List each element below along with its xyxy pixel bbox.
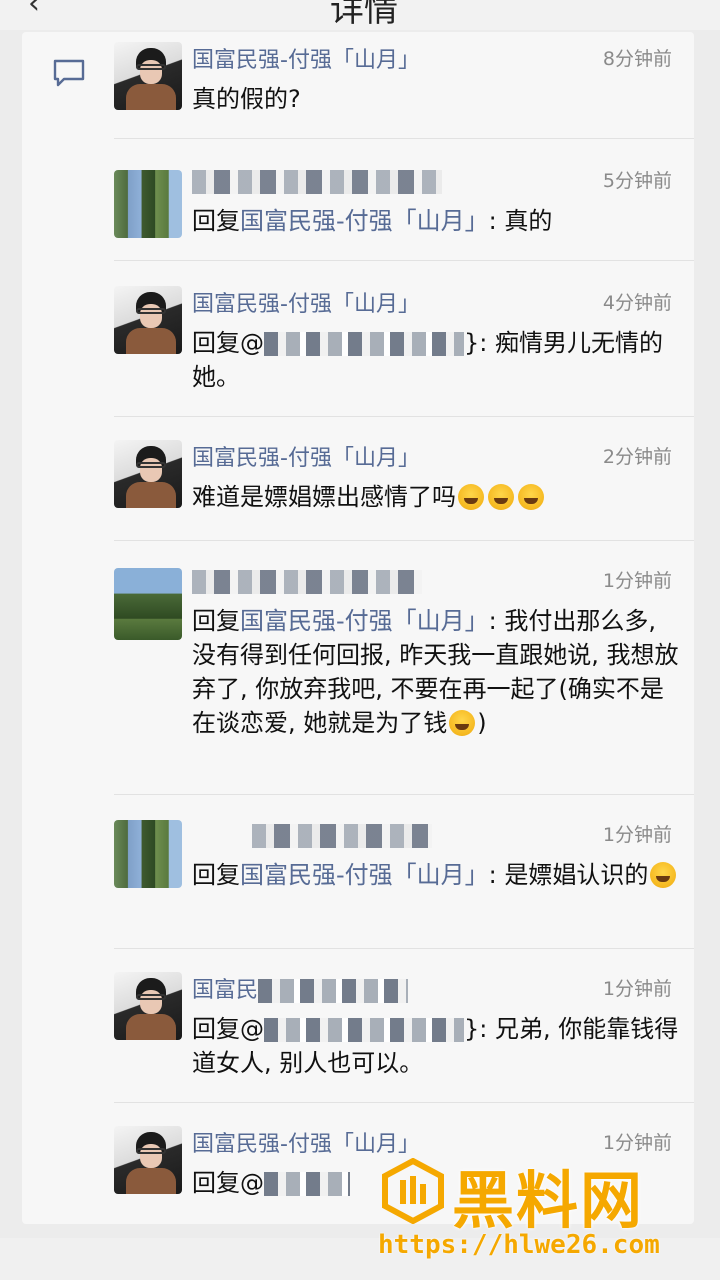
reply-prefix: 回复: [192, 207, 240, 235]
reply-prefix: 回复: [192, 607, 240, 635]
crying-emoji-icon: [449, 710, 476, 736]
reply-body: : 是嫖娼认识的: [488, 861, 649, 889]
reply-prefix: 回复@: [192, 1015, 264, 1043]
divider: [114, 1102, 694, 1103]
reply-prefix: 回复@: [192, 329, 264, 357]
comment-text: 回复国富民强-付强「山月」: 我付出那么多, 没有得到任何回报, 昨天我一直跟她…: [192, 604, 686, 740]
avatar[interactable]: [114, 170, 182, 238]
comment-author[interactable]: 国富民强-付强「山月」: [192, 286, 420, 318]
comment-item[interactable]: 国富民 1分钟前 回复@}: 兄弟, 你能靠钱得道女人, 别人也可以。: [22, 966, 694, 1096]
page-title: 详情: [330, 0, 398, 30]
avatar[interactable]: [114, 42, 182, 110]
reply-target[interactable]: 国富民强-付强「山月」: [240, 861, 489, 889]
avatar[interactable]: [114, 820, 182, 888]
comment-body: 难道是嫖娼嫖出感情了吗: [192, 483, 456, 511]
comment-item[interactable]: 国富民强-付强「山月」 4分钟前 回复@}: 痴情男儿无情的她。: [22, 280, 694, 410]
comment-time: 4分钟前: [602, 292, 672, 314]
top-bar: ‹ 详情: [0, 0, 720, 30]
divider: [114, 794, 694, 795]
comment-author[interactable]: 国富民强-付强「山月」: [192, 440, 420, 472]
comment-item[interactable]: 5分钟前 回复国富民强-付强「山月」: 真的: [22, 158, 694, 258]
comment-time: 8分钟前: [602, 48, 672, 70]
divider: [114, 260, 694, 261]
comment-time: 1分钟前: [602, 570, 672, 592]
chevron-left-icon[interactable]: ‹: [28, 0, 40, 21]
avatar[interactable]: [114, 286, 182, 354]
comment-time: 1分钟前: [602, 824, 672, 846]
watermark-brand: 黑料网: [452, 1164, 645, 1237]
comment-time: 2分钟前: [602, 446, 672, 468]
comment-author[interactable]: [252, 824, 432, 848]
reply-body: : 真的: [488, 207, 553, 235]
avatar[interactable]: [114, 972, 182, 1040]
avatar[interactable]: [114, 568, 182, 640]
reply-prefix: 回复@: [192, 1169, 264, 1197]
divider: [114, 416, 694, 417]
redacted-mention: [264, 332, 464, 356]
comment-author[interactable]: 国富民强-付强「山月」: [192, 42, 420, 74]
divider: [114, 540, 694, 541]
comment-text: 回复国富民强-付强「山月」: 是嫖娼认识的: [192, 858, 686, 892]
comment-author[interactable]: 国富民: [192, 972, 409, 1004]
comment-author[interactable]: [192, 170, 442, 194]
avatar[interactable]: [114, 1126, 182, 1194]
reply-target[interactable]: 国富民强-付强「山月」: [240, 207, 489, 235]
comment-time: 1分钟前: [602, 978, 672, 1000]
tears-of-joy-emoji-icon: [518, 484, 544, 510]
reply-body-end: ): [477, 709, 487, 737]
comment-author[interactable]: [192, 570, 422, 594]
tears-of-joy-emoji-icon: [458, 484, 484, 510]
redacted-mention: [264, 1172, 350, 1196]
comment-item[interactable]: 国富民强-付强「山月」 2分钟前 难道是嫖娼嫖出感情了吗: [22, 434, 694, 534]
comment-text: 难道是嫖娼嫖出感情了吗: [192, 480, 686, 514]
comment-text: 回复@}: 兄弟, 你能靠钱得道女人, 别人也可以。: [192, 1012, 686, 1080]
comment-item[interactable]: 1分钟前 回复国富民强-付强「山月」: 是嫖娼认识的: [22, 812, 694, 942]
comment-item[interactable]: 国富民强-付强「山月」 8分钟前 真的假的?: [22, 36, 694, 136]
divider: [114, 948, 694, 949]
comment-item[interactable]: 1分钟前 回复国富民强-付强「山月」: 我付出那么多, 没有得到任何回报, 昨天…: [22, 558, 694, 788]
watermark-logo-icon: [382, 1158, 444, 1224]
tears-of-joy-emoji-icon: [488, 484, 514, 510]
comments-panel: 国富民强-付强「山月」 8分钟前 真的假的? 5分钟前 回复国富民强-付强「山月…: [22, 32, 694, 1224]
comment-text: 真的假的?: [192, 85, 301, 113]
divider: [114, 138, 694, 139]
redacted-mention: [264, 1018, 464, 1042]
reply-prefix: 回复: [192, 861, 240, 889]
reply-target[interactable]: 国富民强-付强「山月」: [240, 607, 489, 635]
comment-time: 5分钟前: [602, 170, 672, 192]
comment-author[interactable]: 国富民强-付强「山月」: [192, 1126, 420, 1158]
comment-text: 回复国富民强-付强「山月」: 真的: [192, 204, 686, 238]
crying-emoji-icon: [650, 862, 677, 888]
redacted-name: [258, 979, 409, 1003]
watermark-url: https://hlwe26.com: [378, 1230, 660, 1260]
comment-text: 回复@}: 痴情男儿无情的她。: [192, 326, 686, 394]
avatar[interactable]: [114, 440, 182, 508]
